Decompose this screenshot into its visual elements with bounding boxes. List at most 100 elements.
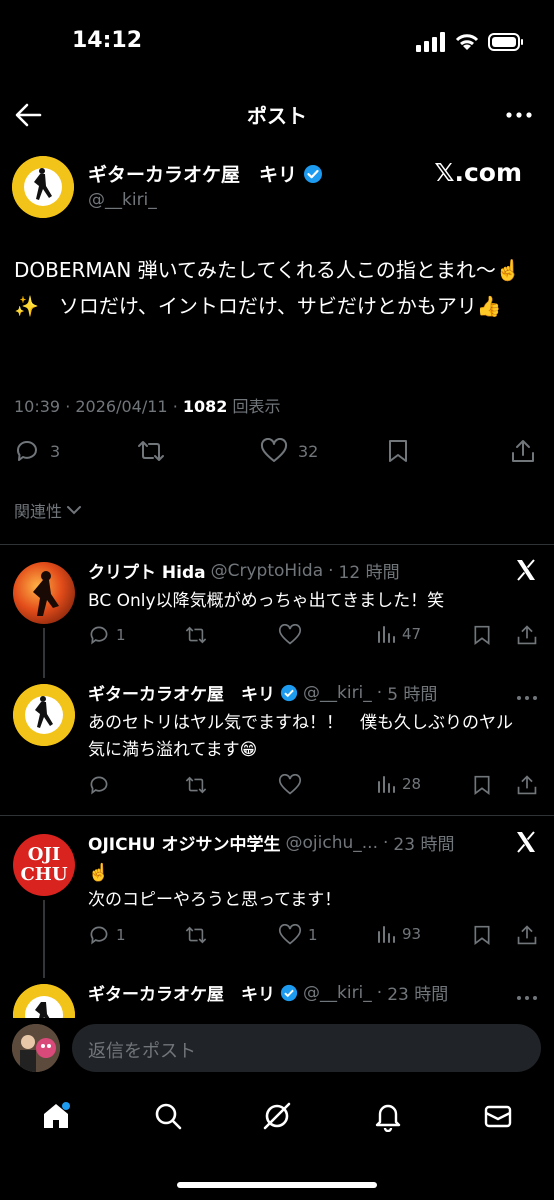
status-icons: [416, 32, 524, 52]
sort-label: 関連性: [14, 502, 63, 521]
more-button[interactable]: [516, 986, 538, 1005]
search-icon: [155, 1103, 182, 1130]
battery-icon: [488, 33, 523, 51]
reply-button[interactable]: [88, 774, 110, 796]
bookmark-button[interactable]: [472, 924, 492, 946]
reply-button[interactable]: 1: [88, 624, 126, 646]
reply-name[interactable]: クリプト Hida: [88, 558, 206, 583]
author-avatar[interactable]: [12, 156, 74, 218]
views-button[interactable]: 28: [376, 774, 421, 794]
reply-name[interactable]: ギターカラオケ屋 キリ: [88, 680, 275, 705]
views-button[interactable]: 47: [376, 624, 421, 644]
reply-header: OJICHU オジサン中学生 @ojichu_... · 23 時間: [88, 830, 508, 856]
reply-name[interactable]: OJICHU オジサン中学生: [88, 830, 281, 855]
x-logo: [514, 830, 538, 858]
share-icon: [517, 625, 537, 645]
reply-age: 23 時間: [393, 835, 455, 855]
reply-text: BC Only以降気概がめっちゃ出てきました！笑: [88, 591, 445, 611]
reply-item[interactable]: OJI CHU OJICHU オジサン中学生 @ojichu_... · 23 …: [0, 830, 554, 960]
tab-notifications[interactable]: [372, 1100, 404, 1136]
reply-header: クリプト Hida @CryptoHida · 12 時間: [88, 558, 508, 584]
guitarist-silhouette-icon: [33, 571, 59, 616]
reply-text: あのセトリはヤル気でますね！！ 僕も久しぶりのヤル気に満ち溢れてます😁: [88, 713, 513, 760]
my-avatar[interactable]: [12, 1024, 60, 1072]
sort-relevance-button[interactable]: 関連性: [14, 498, 82, 522]
thread-line: [43, 900, 45, 978]
tab-grok[interactable]: [261, 1100, 293, 1136]
page-title: ポスト: [247, 104, 307, 128]
post-views: 1082: [182, 397, 228, 416]
reply-actions: 1 47: [88, 624, 538, 648]
source-label: 𝕏.com: [434, 158, 522, 187]
bookmark-icon: [474, 925, 490, 945]
reply-composer: 返信をポスト: [0, 1018, 554, 1080]
share-button[interactable]: [516, 624, 538, 646]
reply-avatar[interactable]: [13, 684, 75, 746]
like-button[interactable]: [278, 774, 302, 796]
tab-messages[interactable]: [482, 1100, 514, 1136]
reply-item[interactable]: ギターカラオケ屋 キリ @__kiri_ · 23 時間: [0, 980, 554, 1020]
reply-button[interactable]: 1: [88, 924, 126, 946]
reply-button[interactable]: 3: [14, 438, 60, 464]
tab-search[interactable]: [152, 1100, 184, 1136]
reply-avatar[interactable]: OJI CHU: [13, 834, 75, 896]
verified-badge-icon: [280, 984, 298, 1001]
author-name-row[interactable]: ギターカラオケ屋 キリ: [88, 160, 323, 187]
like-button[interactable]: [278, 624, 302, 646]
share-icon: [517, 775, 537, 795]
verified-badge-icon: [304, 164, 323, 183]
repost-icon: [138, 441, 164, 461]
reply-name[interactable]: ギターカラオケ屋 キリ: [88, 980, 275, 1005]
author-name[interactable]: ギターカラオケ屋 キリ: [88, 160, 297, 187]
tab-home[interactable]: [40, 1100, 72, 1136]
views-chart-icon: [378, 626, 395, 643]
repost-button[interactable]: [136, 438, 166, 464]
repost-button[interactable]: [184, 774, 208, 796]
views-button[interactable]: 93: [376, 924, 421, 944]
reply-header: ギターカラオケ屋 キリ @__kiri_ · 5 時間: [88, 680, 508, 706]
reply-item[interactable]: クリプト Hida @CryptoHida · 12 時間 BC Only以降気…: [0, 558, 554, 658]
like-button[interactable]: 1: [278, 924, 318, 946]
signal-icon: [416, 32, 445, 52]
reply-icon: [90, 926, 108, 945]
reply-header: ギターカラオケ屋 キリ @__kiri_ · 23 時間: [88, 980, 508, 1006]
bookmark-button[interactable]: [472, 624, 492, 646]
reply-avatar[interactable]: [13, 984, 75, 1020]
grok-icon: [263, 1102, 291, 1130]
repost-button[interactable]: [184, 624, 208, 646]
repost-icon: [185, 926, 207, 944]
guitar-logo-icon: [12, 156, 74, 218]
reply-avatar[interactable]: [13, 562, 75, 624]
guitar-logo-icon: [13, 684, 75, 746]
reply-handle[interactable]: @CryptoHida: [211, 561, 324, 581]
reply-handle[interactable]: @ojichu_...: [286, 833, 378, 853]
top-nav: ポスト: [0, 92, 554, 138]
post-time: 10:39: [14, 397, 61, 416]
reply-input[interactable]: 返信をポスト: [72, 1024, 541, 1072]
like-count: 1: [308, 926, 318, 944]
mail-icon: [484, 1105, 512, 1128]
reply-handle[interactable]: @__kiri_: [303, 683, 372, 703]
more-dots-icon: [506, 112, 532, 118]
guitar-logo-icon: [13, 984, 75, 1020]
share-button[interactable]: [510, 438, 536, 464]
heart-icon: [278, 924, 302, 945]
more-button[interactable]: [516, 686, 538, 705]
share-button[interactable]: [516, 924, 538, 946]
bookmark-icon: [474, 775, 490, 795]
post-meta: 10:39 · 2026/04/11 · 1082 回表示: [14, 397, 281, 416]
thread-line: [43, 628, 45, 678]
more-button[interactable]: [506, 104, 532, 123]
share-button[interactable]: [516, 774, 538, 796]
like-button[interactable]: 32: [260, 438, 318, 464]
author-handle[interactable]: @__kiri_: [88, 190, 157, 210]
bookmark-button[interactable]: [386, 438, 410, 464]
post-date: 2026/04/11: [75, 397, 168, 416]
reply-handle[interactable]: @__kiri_: [303, 983, 372, 1003]
repost-button[interactable]: [184, 924, 208, 946]
bookmark-button[interactable]: [472, 774, 492, 796]
divider: [0, 815, 554, 816]
reply-item[interactable]: ギターカラオケ屋 キリ @__kiri_ · 5 時間 あのセトリはヤル気でます…: [0, 680, 554, 800]
heart-icon: [278, 624, 302, 645]
post-views-label: 回表示: [232, 397, 281, 416]
